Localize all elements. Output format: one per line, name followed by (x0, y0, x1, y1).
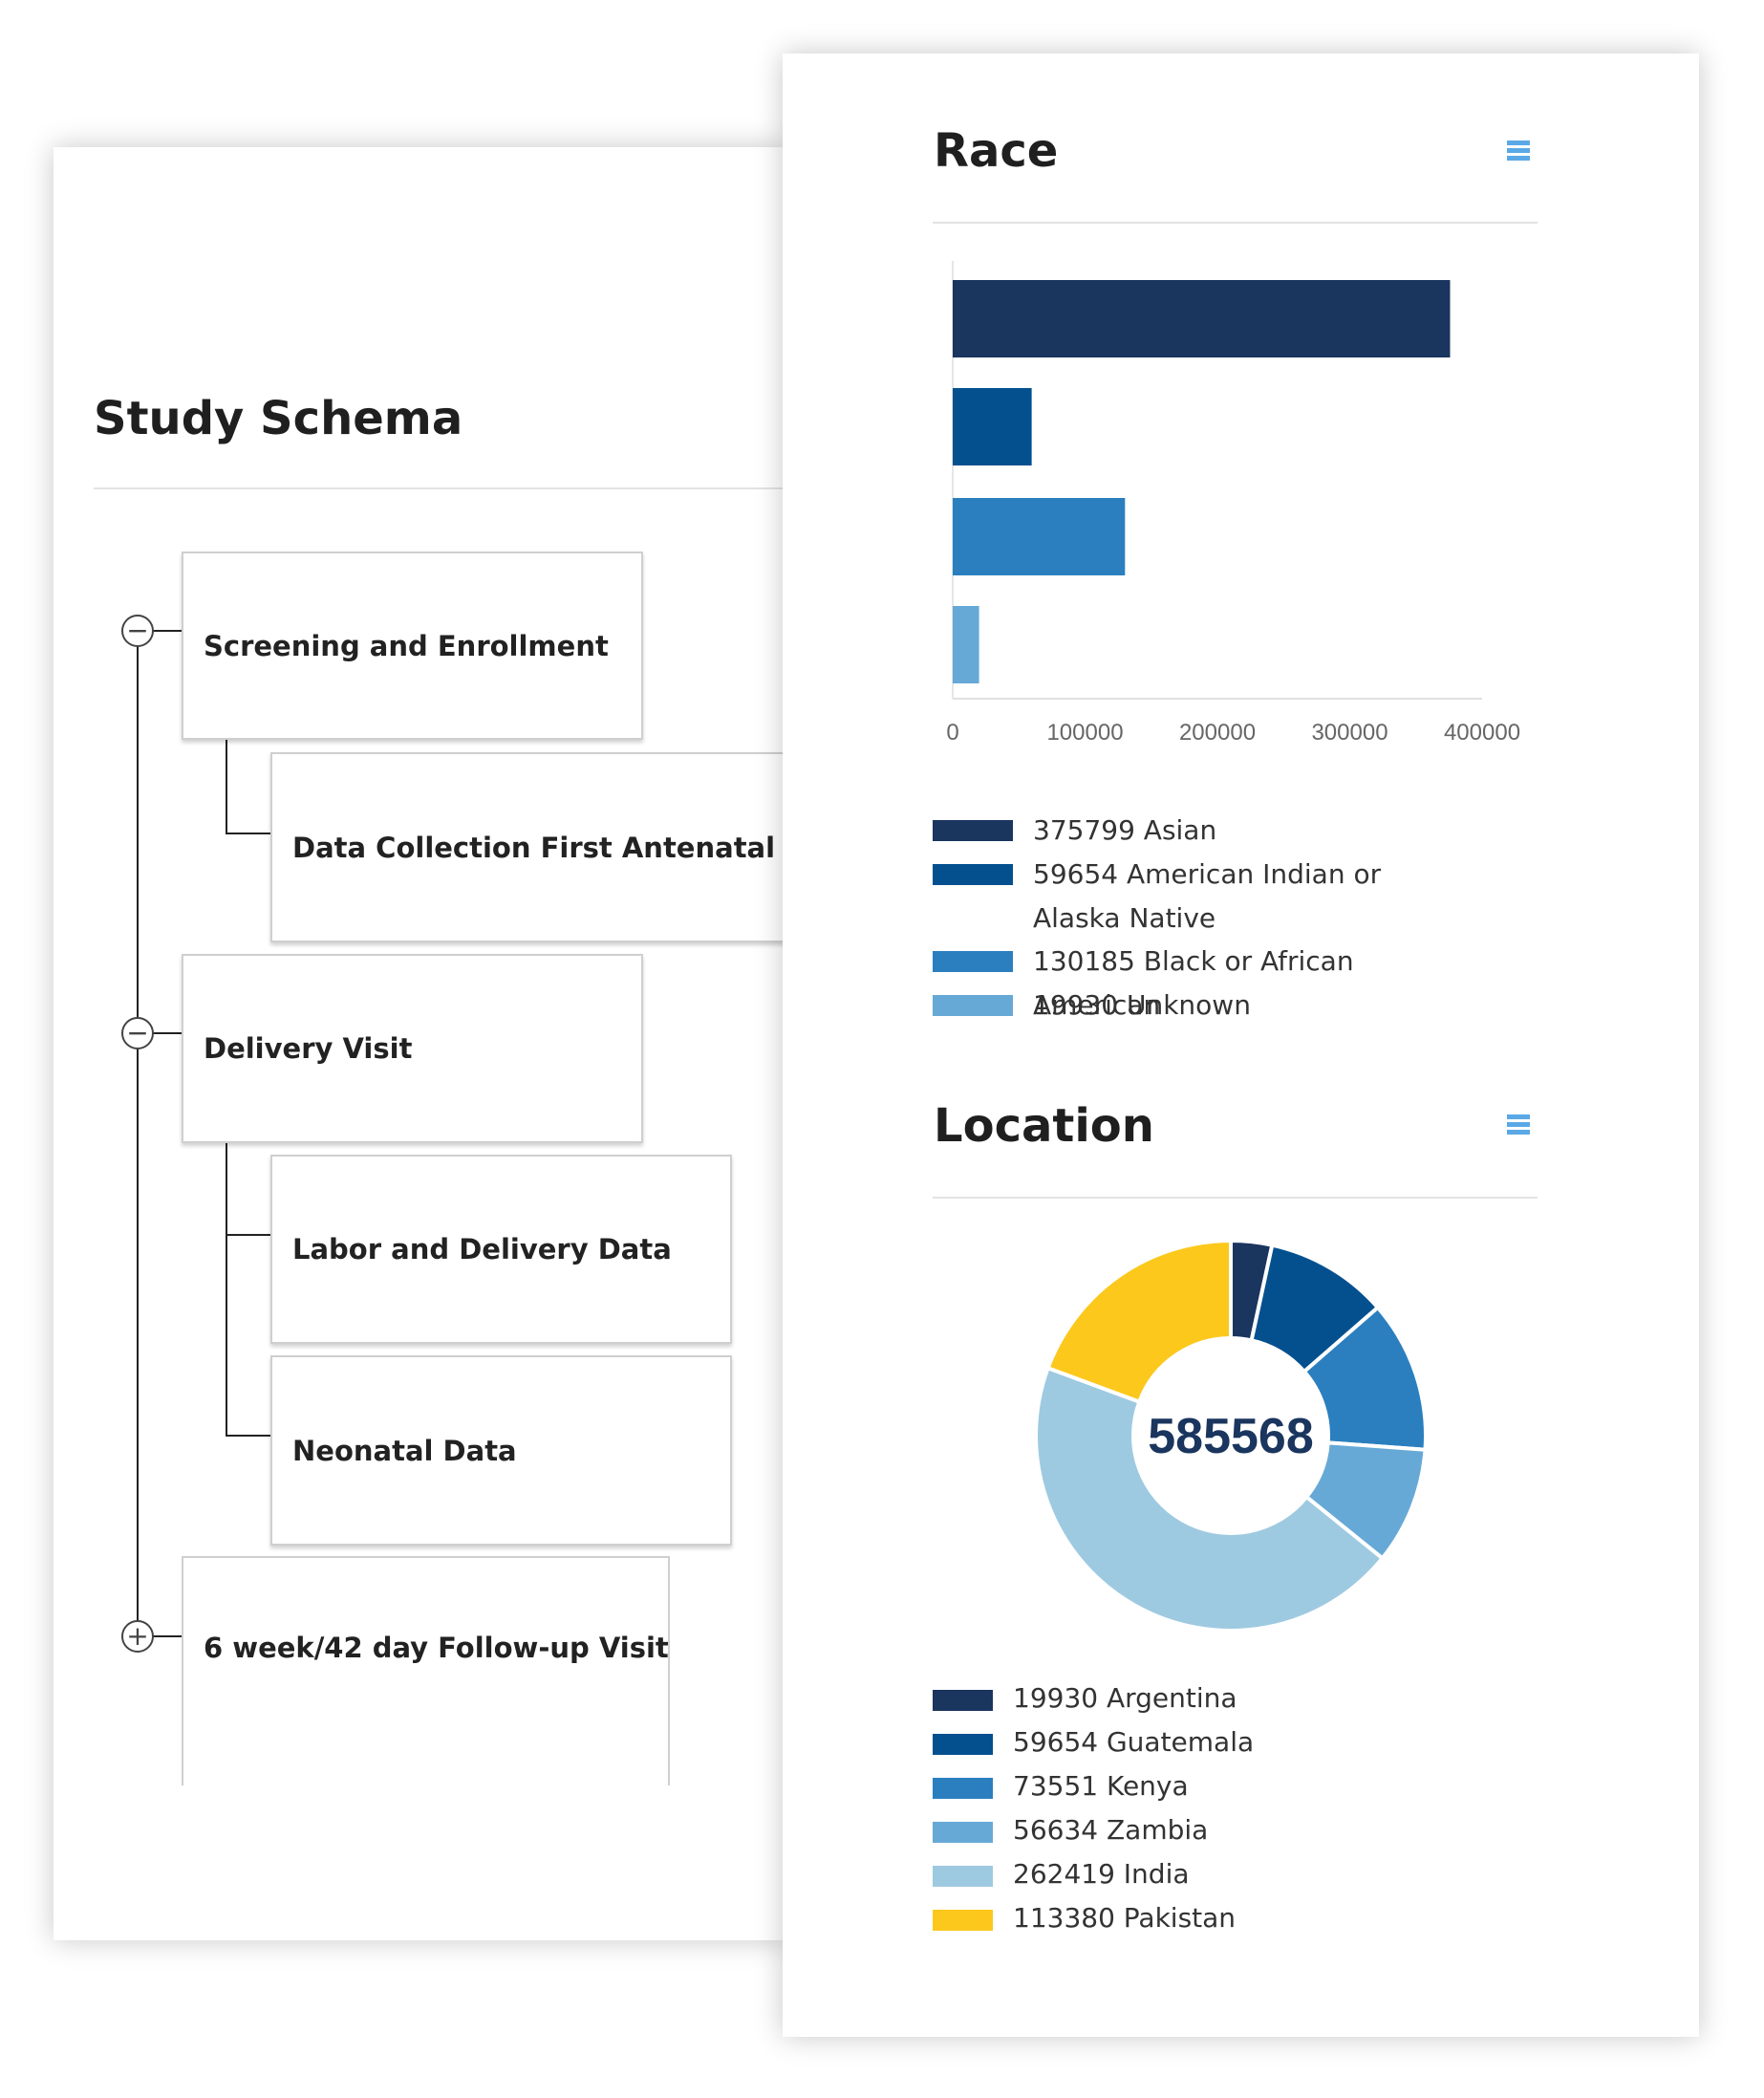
slice-pakistan[interactable] (1045, 1238, 1233, 1405)
minus-circle-icon[interactable]: − (121, 1017, 154, 1049)
legend-item[interactable]: 113380 Pakistan (933, 1902, 1236, 1934)
legend-label: 59654 American Indian or Alaska Native (1033, 858, 1382, 934)
node-label: 6 week/42 day Follow-up Visit (204, 1632, 669, 1664)
legend-label: 56634 Zambia (1013, 1814, 1209, 1846)
legend-item[interactable]: 59654 American Indian or Alaska Native (933, 853, 1410, 941)
legend-label: 73551 Kenya (1013, 1770, 1189, 1802)
bar-asian[interactable] (953, 280, 1451, 357)
legend-label: 19930 Unknown (1033, 989, 1251, 1021)
menu-icon[interactable] (1505, 1112, 1532, 1138)
legend-item[interactable]: 73551 Kenya (933, 1770, 1189, 1802)
legend-swatch (933, 864, 1013, 885)
x-tick-label: 0 (946, 720, 958, 746)
menu-icon[interactable] (1505, 138, 1532, 164)
node-label: Labor and Delivery Data (292, 1233, 672, 1265)
legend-label: 262419 India (1013, 1858, 1190, 1890)
plus-circle-icon[interactable]: + (121, 1620, 154, 1653)
schema-node-first-antenatal-visit[interactable]: Data Collection First Antenatal Visit (270, 752, 789, 942)
node-label: Delivery Visit (204, 1032, 413, 1065)
legend-item[interactable]: 375799 Asian (933, 809, 1410, 853)
study-schema-card: Study Schema Screening and Enrollment Da… (54, 147, 789, 1940)
race-bar-chart: 0 100000 200000 300000 400000 (946, 261, 1520, 746)
x-tick-label: 200000 (1179, 720, 1256, 746)
bar-american-indian-or-alaska-native[interactable] (953, 388, 1032, 465)
study-schema-title: Study Schema (94, 392, 463, 445)
tree-connector (153, 1635, 182, 1637)
legend-item[interactable]: 56634 Zambia (933, 1814, 1208, 1846)
bar-unknown[interactable] (953, 606, 979, 683)
tree-child-connector (226, 833, 271, 834)
legend-swatch (933, 1734, 993, 1755)
legend-swatch (933, 1866, 993, 1887)
schema-node-delivery-visit[interactable]: Delivery Visit (182, 954, 643, 1143)
schema-node-neonatal-data[interactable]: Neonatal Data (270, 1355, 732, 1546)
legend-label: 113380 Pakistan (1013, 1902, 1237, 1934)
x-tick-label: 400000 (1444, 720, 1520, 746)
tree-child-line (226, 1135, 227, 1437)
node-label: Screening and Enrollment (204, 629, 609, 662)
schema-node-follow-up-visit[interactable]: 6 week/42 day Follow-up Visit (182, 1556, 670, 1785)
node-label: Data Collection First Antenatal Visit (292, 831, 789, 864)
divider (933, 222, 1538, 224)
legend-swatch (933, 1910, 993, 1931)
tree-child-line (226, 733, 227, 834)
tree-child-connector (226, 1234, 271, 1236)
legend-item[interactable]: 19930 Unknown (933, 984, 1410, 1027)
divider (94, 487, 789, 489)
location-donut-chart: 585568 (1034, 1238, 1428, 1633)
legend-swatch (933, 820, 1013, 841)
node-label: Neonatal Data (292, 1434, 517, 1467)
x-tick-label: 300000 (1311, 720, 1388, 746)
x-tick-label: 100000 (1046, 720, 1123, 746)
location-chart-title: Location (934, 1099, 1154, 1153)
tree-connector (153, 630, 182, 632)
charts-card: Race 0 100000 200000 300000 400000 375799 As… (783, 54, 1699, 2037)
tree-child-connector (226, 1435, 271, 1437)
legend-label: 375799 Asian (1033, 814, 1217, 846)
schema-node-screening[interactable]: Screening and Enrollment (182, 552, 643, 740)
tree-main-line (137, 631, 139, 1636)
legend-swatch (933, 995, 1013, 1016)
minus-circle-icon[interactable]: − (121, 615, 154, 647)
legend-swatch (933, 1822, 993, 1843)
legend-swatch (933, 951, 1013, 972)
legend-swatch (933, 1778, 993, 1799)
legend-item[interactable]: 19930 Argentina (933, 1682, 1237, 1714)
legend-label: 59654 Guatemala (1013, 1726, 1255, 1758)
legend-item[interactable]: 262419 India (933, 1858, 1190, 1890)
tree-connector (153, 1032, 182, 1034)
race-chart-title: Race (934, 124, 1059, 178)
legend-label: 19930 Argentina (1013, 1682, 1237, 1714)
donut-center-total: 585568 (1148, 1409, 1314, 1464)
legend-swatch (933, 1690, 993, 1711)
legend-item[interactable]: 59654 Guatemala (933, 1726, 1254, 1758)
schema-node-labor-delivery-data[interactable]: Labor and Delivery Data (270, 1155, 732, 1344)
bar-black-or-african-american[interactable] (953, 498, 1126, 575)
divider (933, 1197, 1538, 1199)
